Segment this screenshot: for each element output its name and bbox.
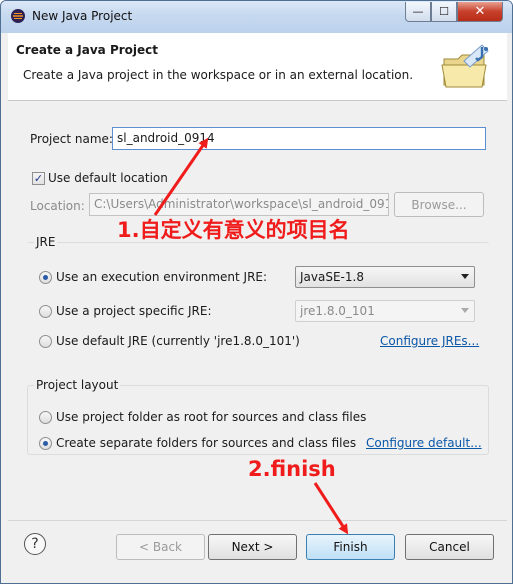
jre-env-select[interactable]: JavaSE-1.8 (295, 266, 475, 288)
configure-default-link[interactable]: Configure default... (366, 436, 482, 450)
annotation-step1: 1.自定义有意义的项目名 (117, 218, 350, 242)
browse-button[interactable]: Browse... (394, 192, 484, 217)
layout-separate-label: Create separate folders for sources and … (56, 436, 357, 450)
next-button[interactable]: Next > (208, 534, 297, 560)
layout-separate-radio[interactable] (39, 437, 52, 450)
wizard-description: Create a Java project in the workspace o… (23, 68, 414, 82)
jre-specific-radio[interactable] (39, 305, 52, 318)
project-name-label: Project name: (30, 132, 113, 146)
eclipse-app-icon (11, 9, 25, 23)
configure-jres-link[interactable]: Configure JREs... (380, 334, 479, 348)
use-default-location-checkbox[interactable]: ✓ (32, 172, 45, 185)
jre-env-radio[interactable] (39, 271, 52, 284)
checkmark-icon: ✓ (33, 172, 44, 185)
footer-divider (8, 520, 507, 521)
wizard-header: Create a Java Project Create a Java proj… (8, 33, 507, 101)
project-layout-group-title: Project layout (34, 378, 121, 392)
chevron-down-icon (461, 274, 469, 279)
title-bar: New Java Project — ☐ ✕ (1, 1, 512, 33)
cancel-button[interactable]: Cancel (405, 534, 494, 560)
help-icon-button[interactable]: ? (24, 533, 46, 555)
use-default-location-label: Use default location (48, 171, 168, 185)
jre-default-radio[interactable] (39, 335, 52, 348)
jre-env-select-value: JavaSE-1.8 (300, 270, 364, 284)
jre-specific-label: Use a project specific JRE: (56, 304, 212, 318)
finish-button[interactable]: Finish (306, 534, 395, 560)
layout-root-label: Use project folder as root for sources a… (56, 410, 367, 424)
jre-specific-select-value: jre1.8.0_101 (300, 304, 375, 318)
annotation-step2: 2.finish (248, 457, 336, 481)
layout-root-radio[interactable] (39, 411, 52, 424)
jre-specific-select[interactable]: jre1.8.0_101 (295, 300, 475, 322)
minimize-button[interactable]: — (405, 2, 431, 22)
project-name-input[interactable]: sl_android_0914 (112, 127, 486, 150)
window-title: New Java Project (32, 9, 133, 23)
jre-group-title: JRE (34, 235, 58, 249)
maximize-icon: ☐ (439, 5, 449, 18)
close-button[interactable]: ✕ (457, 2, 503, 22)
jre-default-label: Use default JRE (currently 'jre1.8.0_101… (56, 334, 300, 348)
location-label: Location: (30, 199, 85, 213)
location-input[interactable]: C:\Users\Administrator\workspace\sl_andr… (89, 193, 389, 216)
new-java-project-dialog: New Java Project — ☐ ✕ Create a Java Pro… (0, 0, 513, 584)
close-icon: ✕ (474, 4, 486, 19)
help-icon: ? (31, 536, 39, 552)
java-project-folder-icon (441, 44, 489, 88)
wizard-title: Create a Java Project (16, 43, 159, 57)
chevron-down-icon (461, 308, 469, 313)
maximize-button[interactable]: ☐ (431, 2, 457, 22)
minimize-icon: — (412, 5, 424, 18)
jre-env-label: Use an execution environment JRE: (56, 270, 268, 284)
back-button[interactable]: < Back (116, 534, 205, 560)
